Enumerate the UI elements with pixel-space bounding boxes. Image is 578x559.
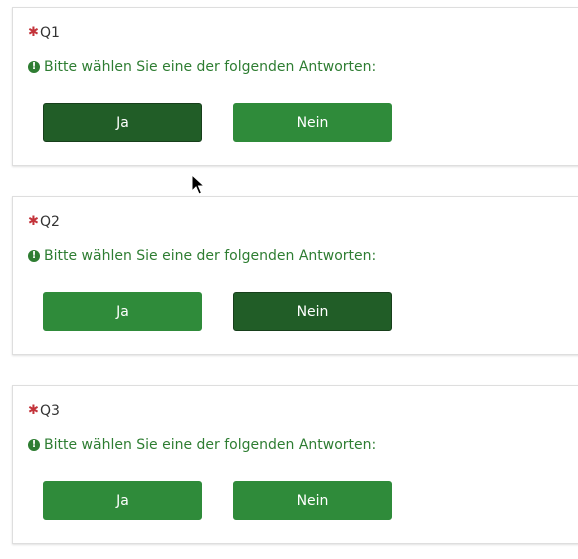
question-help: ! Bitte wählen Sie eine der folgenden An…	[28, 247, 376, 265]
yes-button[interactable]: Ja	[43, 481, 202, 520]
alert-circle-icon: !	[28, 439, 40, 451]
survey-page: ✱ Q1 ! Bitte wählen Sie eine der folgend…	[0, 0, 578, 559]
help-text: Bitte wählen Sie eine der folgenden Antw…	[44, 437, 377, 453]
question-card-q3: ✱ Q3 ! Bitte wählen Sie eine der folgend…	[12, 385, 578, 544]
question-help: ! Bitte wählen Sie eine der folgenden An…	[28, 58, 376, 76]
question-code: Q3	[40, 403, 60, 419]
help-text: Bitte wählen Sie eine der folgenden Antw…	[44, 59, 377, 75]
asterisk-icon: ✱	[28, 214, 39, 229]
no-button[interactable]: Nein	[233, 103, 392, 142]
alert-circle-icon: !	[28, 250, 40, 262]
no-button[interactable]: Nein	[233, 481, 392, 520]
yes-button[interactable]: Ja	[43, 292, 202, 331]
asterisk-icon: ✱	[28, 25, 39, 40]
question-help: ! Bitte wählen Sie eine der folgenden An…	[28, 436, 376, 454]
question-code: Q1	[40, 25, 60, 41]
question-header: ✱ Q1	[28, 25, 60, 41]
no-button[interactable]: Nein	[233, 292, 392, 331]
question-header: ✱ Q2	[28, 214, 60, 230]
help-text: Bitte wählen Sie eine der folgenden Antw…	[44, 248, 377, 264]
question-code: Q2	[40, 214, 60, 230]
asterisk-icon: ✱	[28, 403, 39, 418]
question-card-q2: ✱ Q2 ! Bitte wählen Sie eine der folgend…	[12, 196, 578, 355]
question-header: ✱ Q3	[28, 403, 60, 419]
question-card-q1: ✱ Q1 ! Bitte wählen Sie eine der folgend…	[12, 7, 578, 166]
mouse-cursor-icon	[191, 174, 205, 195]
yes-button[interactable]: Ja	[43, 103, 202, 142]
alert-circle-icon: !	[28, 61, 40, 73]
